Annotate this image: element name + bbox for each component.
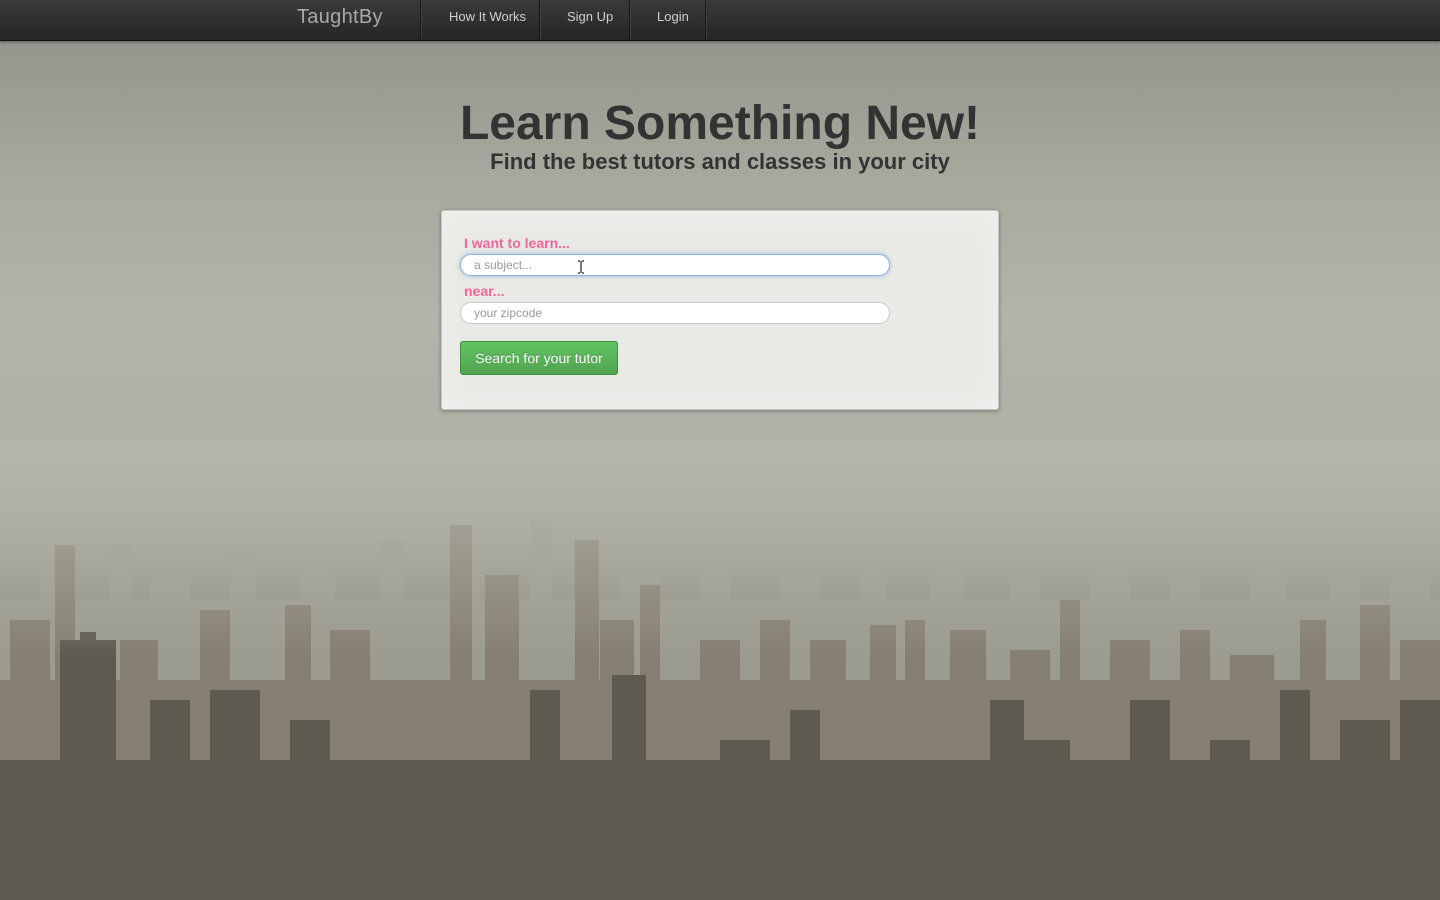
search-panel: I want to learn... near... Search for yo… <box>441 210 999 410</box>
nav-divider <box>539 0 541 40</box>
hero-title: Learn Something New! <box>459 97 981 150</box>
nav-sign-up[interactable]: Sign Up <box>567 9 613 24</box>
location-label: near... <box>464 283 505 299</box>
nav-how-it-works[interactable]: How It Works <box>449 9 526 24</box>
top-navbar: TaughtBy How It Works Sign Up Login <box>0 0 1440 41</box>
text-cursor-icon <box>578 260 584 274</box>
hero-subtitle: Find the best tutors and classes in your… <box>490 149 950 174</box>
nav-login[interactable]: Login <box>657 9 689 24</box>
nav-divider <box>629 0 631 40</box>
brand-logo[interactable]: TaughtBy <box>297 6 383 29</box>
nav-divider <box>705 0 707 40</box>
zipcode-input[interactable] <box>460 302 890 324</box>
search-tutor-button[interactable]: Search for your tutor <box>460 341 618 375</box>
nav-divider <box>420 0 422 40</box>
subject-input[interactable] <box>460 254 890 276</box>
subject-label: I want to learn... <box>464 235 570 251</box>
